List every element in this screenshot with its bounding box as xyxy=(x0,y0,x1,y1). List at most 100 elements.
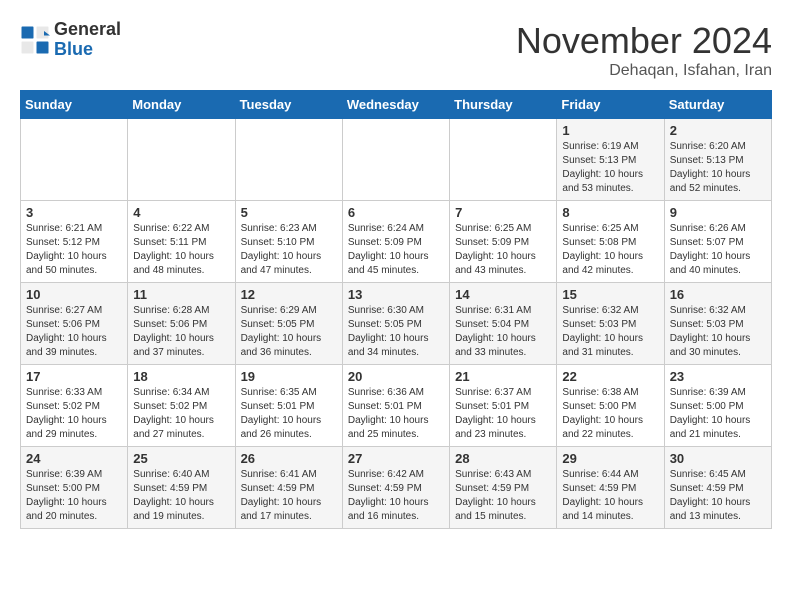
day-number: 25 xyxy=(133,451,229,466)
day-info: Sunrise: 6:19 AM Sunset: 5:13 PM Dayligh… xyxy=(562,140,658,196)
calendar-header-row: SundayMondayTuesdayWednesdayThursdayFrid… xyxy=(21,91,772,119)
day-info: Sunrise: 6:20 AM Sunset: 5:13 PM Dayligh… xyxy=(670,140,766,196)
day-info: Sunrise: 6:41 AM Sunset: 4:59 PM Dayligh… xyxy=(241,468,337,524)
calendar-week-1: 1Sunrise: 6:19 AM Sunset: 5:13 PM Daylig… xyxy=(21,119,772,201)
day-number: 16 xyxy=(670,287,766,302)
location-title: Dehaqan, Isfahan, Iran xyxy=(516,62,772,80)
weekday-header-monday: Monday xyxy=(128,91,235,119)
logo-icon xyxy=(20,25,50,55)
logo: General Blue xyxy=(20,20,121,60)
day-info: Sunrise: 6:30 AM Sunset: 5:05 PM Dayligh… xyxy=(348,304,444,360)
day-info: Sunrise: 6:24 AM Sunset: 5:09 PM Dayligh… xyxy=(348,222,444,278)
day-info: Sunrise: 6:32 AM Sunset: 5:03 PM Dayligh… xyxy=(562,304,658,360)
calendar-cell xyxy=(128,119,235,201)
day-number: 30 xyxy=(670,451,766,466)
day-info: Sunrise: 6:39 AM Sunset: 5:00 PM Dayligh… xyxy=(26,468,122,524)
day-info: Sunrise: 6:28 AM Sunset: 5:06 PM Dayligh… xyxy=(133,304,229,360)
calendar-week-5: 24 Sunrise: 6:39 AM Sunset: 5:00 PM Dayli… xyxy=(21,447,772,529)
day-info: Sunrise: 6:45 AM Sunset: 4:59 PM Dayligh… xyxy=(670,468,766,524)
day-number: 8 xyxy=(562,205,658,220)
day-info: Sunrise: 6:21 AM Sunset: 5:12 PM Dayligh… xyxy=(26,222,122,278)
calendar-cell: 17 Sunrise: 6:33 AM Sunset: 5:02 PM Dayli… xyxy=(21,365,128,447)
day-number: 5 xyxy=(241,205,337,220)
calendar-week-4: 17 Sunrise: 6:33 AM Sunset: 5:02 PM Dayli… xyxy=(21,365,772,447)
day-number: 27 xyxy=(348,451,444,466)
day-number: 9 xyxy=(670,205,766,220)
calendar-table: SundayMondayTuesdayWednesdayThursdayFrid… xyxy=(20,90,772,529)
calendar-cell: 8Sunrise: 6:25 AM Sunset: 5:08 PM Daylig… xyxy=(557,201,664,283)
day-number: 21 xyxy=(455,369,551,384)
day-number: 20 xyxy=(348,369,444,384)
weekday-header-saturday: Saturday xyxy=(664,91,771,119)
day-number: 14 xyxy=(455,287,551,302)
calendar-cell: 19Sunrise: 6:35 AM Sunset: 5:01 PM Dayli… xyxy=(235,365,342,447)
day-number: 3 xyxy=(26,205,122,220)
calendar-cell: 13 Sunrise: 6:30 AM Sunset: 5:05 PM Dayli… xyxy=(342,283,449,365)
calendar-cell: 29Sunrise: 6:44 AM Sunset: 4:59 PM Dayli… xyxy=(557,447,664,529)
calendar-cell: 7 Sunrise: 6:25 AM Sunset: 5:09 PM Daylig… xyxy=(450,201,557,283)
calendar-cell xyxy=(450,119,557,201)
calendar-cell xyxy=(235,119,342,201)
day-number: 29 xyxy=(562,451,658,466)
day-info: Sunrise: 6:29 AM Sunset: 5:05 PM Dayligh… xyxy=(241,304,337,360)
day-info: Sunrise: 6:38 AM Sunset: 5:00 PM Dayligh… xyxy=(562,386,658,442)
day-info: Sunrise: 6:34 AM Sunset: 5:02 PM Dayligh… xyxy=(133,386,229,442)
calendar-cell: 2 Sunrise: 6:20 AM Sunset: 5:13 PM Daylig… xyxy=(664,119,771,201)
day-number: 10 xyxy=(26,287,122,302)
calendar-cell: 6 Sunrise: 6:24 AM Sunset: 5:09 PM Daylig… xyxy=(342,201,449,283)
calendar-week-2: 3 Sunrise: 6:21 AM Sunset: 5:12 PM Daylig… xyxy=(21,201,772,283)
day-info: Sunrise: 6:27 AM Sunset: 5:06 PM Dayligh… xyxy=(26,304,122,360)
calendar-cell: 23Sunrise: 6:39 AM Sunset: 5:00 PM Dayli… xyxy=(664,365,771,447)
day-info: Sunrise: 6:23 AM Sunset: 5:10 PM Dayligh… xyxy=(241,222,337,278)
weekday-header-tuesday: Tuesday xyxy=(235,91,342,119)
day-info: Sunrise: 6:22 AM Sunset: 5:11 PM Dayligh… xyxy=(133,222,229,278)
calendar-cell: 9 Sunrise: 6:26 AM Sunset: 5:07 PM Daylig… xyxy=(664,201,771,283)
calendar-cell: 18 Sunrise: 6:34 AM Sunset: 5:02 PM Dayli… xyxy=(128,365,235,447)
day-number: 18 xyxy=(133,369,229,384)
calendar-cell: 4 Sunrise: 6:22 AM Sunset: 5:11 PM Daylig… xyxy=(128,201,235,283)
day-info: Sunrise: 6:40 AM Sunset: 4:59 PM Dayligh… xyxy=(133,468,229,524)
calendar-cell: 5 Sunrise: 6:23 AM Sunset: 5:10 PM Daylig… xyxy=(235,201,342,283)
day-info: Sunrise: 6:31 AM Sunset: 5:04 PM Dayligh… xyxy=(455,304,551,360)
calendar-cell: 3 Sunrise: 6:21 AM Sunset: 5:12 PM Daylig… xyxy=(21,201,128,283)
day-number: 4 xyxy=(133,205,229,220)
day-info: Sunrise: 6:32 AM Sunset: 5:03 PM Dayligh… xyxy=(670,304,766,360)
calendar-cell: 11Sunrise: 6:28 AM Sunset: 5:06 PM Dayli… xyxy=(128,283,235,365)
day-info: Sunrise: 6:25 AM Sunset: 5:09 PM Dayligh… xyxy=(455,222,551,278)
day-info: Sunrise: 6:33 AM Sunset: 5:02 PM Dayligh… xyxy=(26,386,122,442)
calendar-cell: 10 Sunrise: 6:27 AM Sunset: 5:06 PM Dayli… xyxy=(21,283,128,365)
calendar-cell: 25 Sunrise: 6:40 AM Sunset: 4:59 PM Dayli… xyxy=(128,447,235,529)
day-number: 6 xyxy=(348,205,444,220)
calendar-cell xyxy=(21,119,128,201)
calendar-cell: 30 Sunrise: 6:45 AM Sunset: 4:59 PM Dayli… xyxy=(664,447,771,529)
calendar-cell: 12 Sunrise: 6:29 AM Sunset: 5:05 PM Dayli… xyxy=(235,283,342,365)
calendar-cell: 28 Sunrise: 6:43 AM Sunset: 4:59 PM Dayli… xyxy=(450,447,557,529)
weekday-header-wednesday: Wednesday xyxy=(342,91,449,119)
logo-text: General Blue xyxy=(54,20,121,60)
logo-blue: Blue xyxy=(54,40,121,60)
day-info: Sunrise: 6:43 AM Sunset: 4:59 PM Dayligh… xyxy=(455,468,551,524)
calendar-cell xyxy=(342,119,449,201)
day-number: 24 xyxy=(26,451,122,466)
month-title: November 2024 xyxy=(516,20,772,62)
day-info: Sunrise: 6:39 AM Sunset: 5:00 PM Dayligh… xyxy=(670,386,766,442)
day-number: 17 xyxy=(26,369,122,384)
calendar-cell: 14 Sunrise: 6:31 AM Sunset: 5:04 PM Dayli… xyxy=(450,283,557,365)
day-info: Sunrise: 6:26 AM Sunset: 5:07 PM Dayligh… xyxy=(670,222,766,278)
day-number: 7 xyxy=(455,205,551,220)
day-number: 13 xyxy=(348,287,444,302)
day-number: 2 xyxy=(670,123,766,138)
calendar-cell: 27Sunrise: 6:42 AM Sunset: 4:59 PM Dayli… xyxy=(342,447,449,529)
day-number: 15 xyxy=(562,287,658,302)
calendar-cell: 1Sunrise: 6:19 AM Sunset: 5:13 PM Daylig… xyxy=(557,119,664,201)
day-number: 26 xyxy=(241,451,337,466)
day-info: Sunrise: 6:37 AM Sunset: 5:01 PM Dayligh… xyxy=(455,386,551,442)
day-number: 12 xyxy=(241,287,337,302)
weekday-header-sunday: Sunday xyxy=(21,91,128,119)
day-number: 28 xyxy=(455,451,551,466)
calendar-cell: 26 Sunrise: 6:41 AM Sunset: 4:59 PM Dayli… xyxy=(235,447,342,529)
day-number: 19 xyxy=(241,369,337,384)
page-header: General Blue November 2024 Dehaqan, Isfa… xyxy=(20,20,772,80)
calendar-cell: 20 Sunrise: 6:36 AM Sunset: 5:01 PM Dayli… xyxy=(342,365,449,447)
day-info: Sunrise: 6:36 AM Sunset: 5:01 PM Dayligh… xyxy=(348,386,444,442)
